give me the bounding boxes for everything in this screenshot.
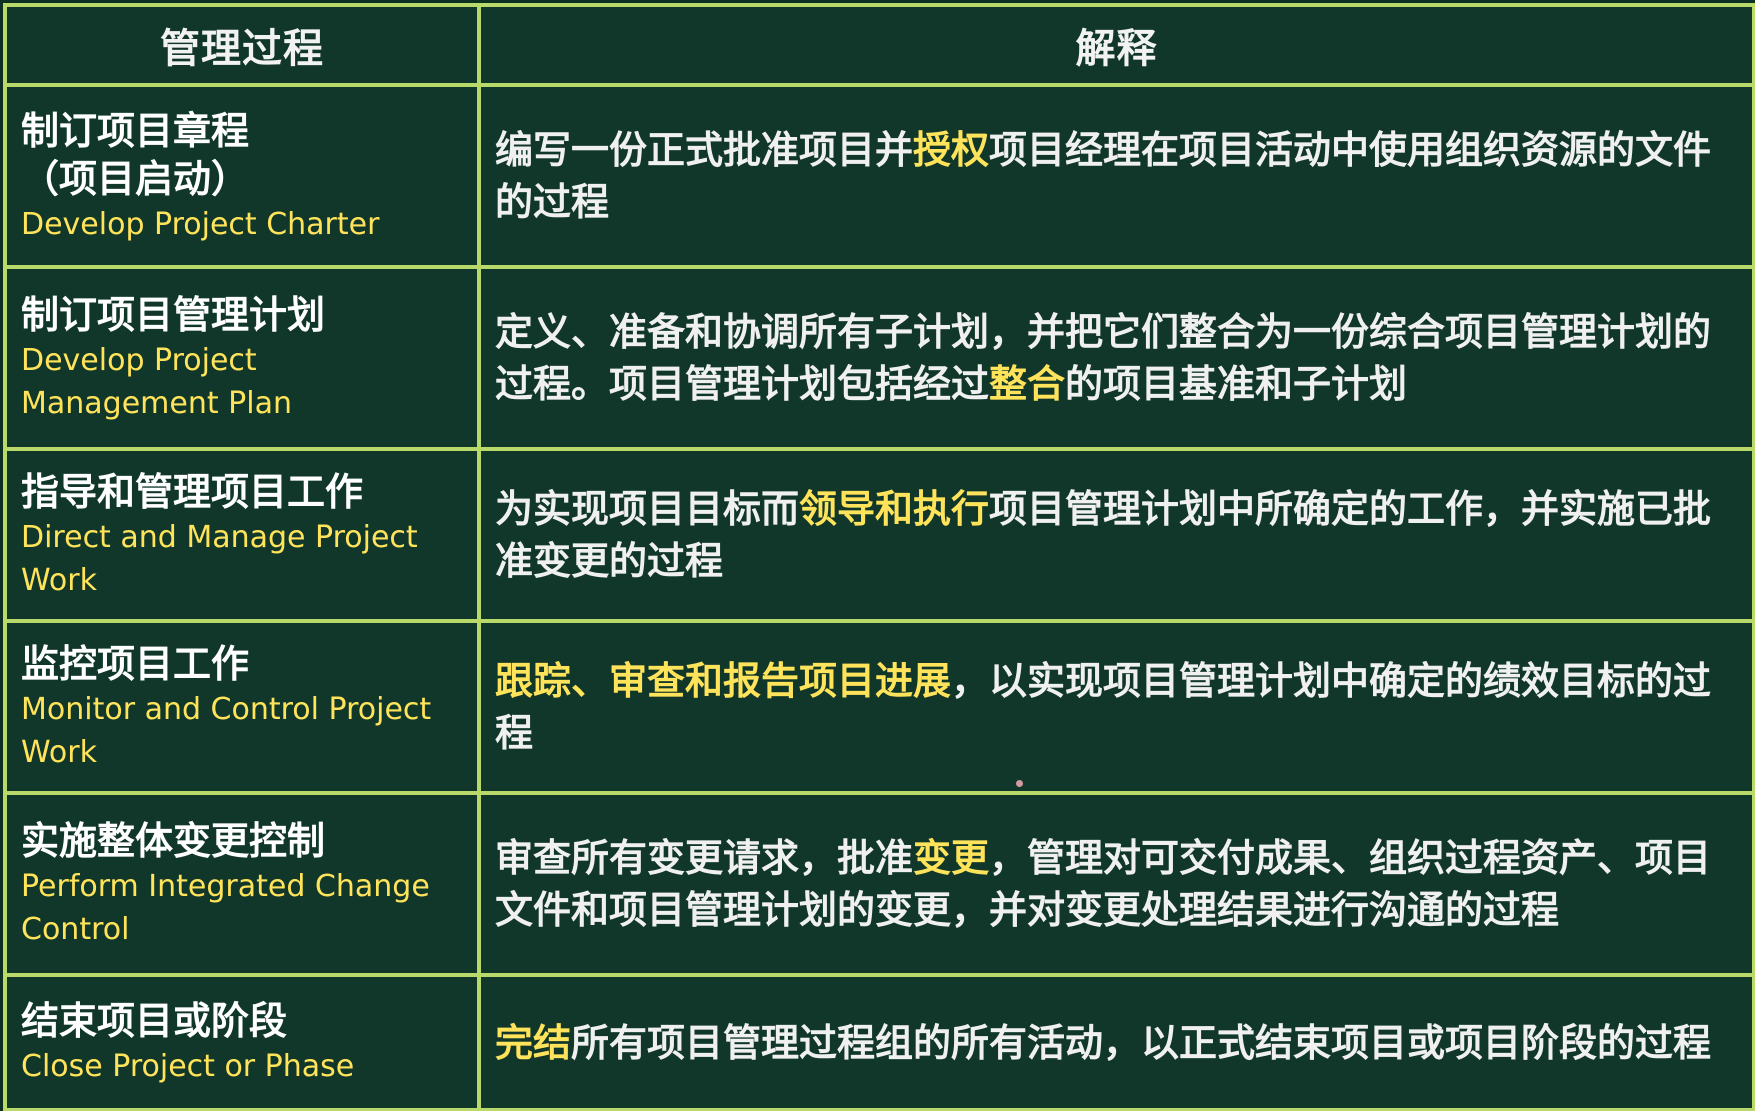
process-name-cell: 指导和管理项目工作 Direct and Manage Project Work	[3, 447, 481, 623]
process-name-en: Monitor and Control Project	[21, 692, 432, 727]
table-row: 实施整体变更控制 Perform Integrated Change Contr…	[3, 791, 1755, 977]
process-name-cell: 实施整体变更控制 Perform Integrated Change Contr…	[3, 791, 481, 977]
table-row: 结束项目或阶段 Close Project or Phase 完结所有项目管理过…	[3, 973, 1755, 1111]
desc-highlight: 变更	[913, 836, 990, 880]
process-name-cn-sub: （项目启动）	[21, 156, 250, 201]
process-name-en-line2: Work	[21, 735, 97, 770]
desc-text: 编写一份正式批准项目并	[495, 128, 914, 172]
process-description: 完结所有项目管理过程组的所有活动，以正式结束项目或项目阶段的过程	[477, 973, 1755, 1111]
process-name-en-line2: Work	[21, 563, 97, 598]
slide: 管理过程 解释 制订项目章程 （项目启动） Develop Project Ch…	[0, 0, 1755, 1111]
table-row: 制订项目管理计划 Develop Project Management Plan…	[3, 265, 1755, 451]
process-name-en: Direct and Manage Project	[21, 520, 418, 555]
process-name-en-line2: Control	[21, 912, 130, 947]
process-name-en: Close Project or Phase	[21, 1049, 355, 1084]
desc-highlight: 整合	[989, 362, 1066, 406]
process-description: 为实现项目目标而领导和执行项目管理计划中所确定的工作，并实施已批准变更的过程	[477, 447, 1755, 623]
desc-highlight: 授权	[913, 128, 990, 172]
table-header-row: 管理过程 解释	[3, 3, 1755, 87]
process-description: 编写一份正式批准项目并授权项目经理在项目活动中使用组织资源的文件的过程	[477, 83, 1755, 269]
desc-highlight: 领导和执行	[799, 487, 990, 531]
desc-text: 为实现项目目标而	[495, 487, 800, 531]
process-name-cn: 指导和管理项目工作	[21, 470, 364, 514]
table-row: 指导和管理项目工作 Direct and Manage Project Work…	[3, 447, 1755, 623]
process-name-cn: 监控项目工作	[21, 642, 250, 686]
desc-text: 所有项目管理过程组的所有活动，以正式结束项目或项目阶段的过程	[571, 1020, 1712, 1065]
desc-text: 审查所有变更请求，批准	[495, 836, 914, 880]
process-name-cn: 结束项目或阶段	[21, 999, 288, 1043]
process-name-cell: 制订项目管理计划 Develop Project Management Plan	[3, 265, 481, 451]
pointer-dot	[1016, 780, 1023, 787]
process-description: 定义、准备和协调所有子计划，并把它们整合为一份综合项目管理计划的过程。项目管理计…	[477, 265, 1755, 451]
process-name-en: Perform Integrated Change	[21, 869, 430, 904]
process-description: 审查所有变更请求，批准变更，管理对可交付成果、组织过程资产、项目文件和项目管理计…	[477, 791, 1755, 977]
table-row: 监控项目工作 Monitor and Control Project Work …	[3, 619, 1755, 795]
process-name-cn: 制订项目章程	[21, 108, 250, 153]
table-row: 制订项目章程 （项目启动） Develop Project Charter 编写…	[3, 83, 1755, 269]
process-name-cn: 制订项目管理计划	[21, 293, 326, 337]
desc-highlight: 跟踪、审查和报告项目进展	[495, 659, 952, 703]
header-explanation: 解释	[477, 3, 1755, 87]
desc-text: 的项目基准和子计划	[1065, 362, 1408, 406]
process-description: 跟踪、审查和报告项目进展，以实现项目管理计划中确定的绩效目标的过程	[477, 619, 1755, 795]
process-name-cn: 实施整体变更控制	[21, 819, 326, 863]
process-name-cell: 制订项目章程 （项目启动） Develop Project Charter	[3, 83, 481, 269]
process-name-cell: 监控项目工作 Monitor and Control Project Work	[3, 619, 481, 795]
desc-highlight: 完结	[495, 1020, 572, 1065]
process-name-en: Develop Project Charter	[21, 206, 380, 242]
process-name-en-line2: Management Plan	[21, 386, 292, 421]
header-process: 管理过程	[3, 3, 481, 87]
process-name-en: Develop Project	[21, 343, 257, 378]
process-name-cell: 结束项目或阶段 Close Project or Phase	[3, 973, 481, 1111]
process-table: 管理过程 解释 制订项目章程 （项目启动） Develop Project Ch…	[3, 3, 1755, 1111]
